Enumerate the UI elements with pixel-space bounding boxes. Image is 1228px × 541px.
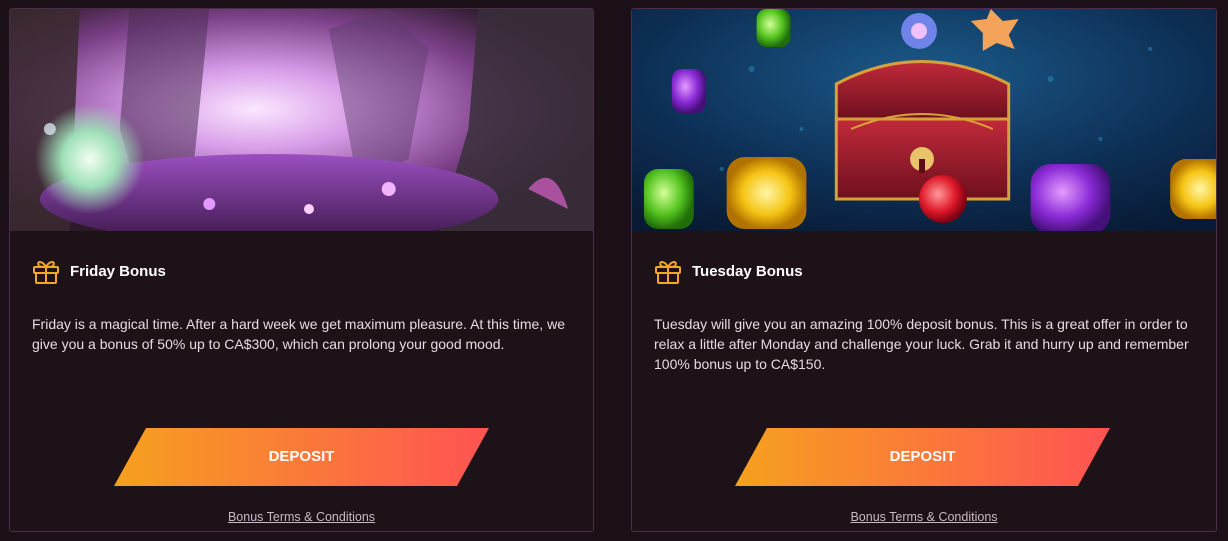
card-header: Friday Bonus [32, 258, 571, 284]
deposit-button[interactable]: DEPOSIT [114, 428, 489, 486]
card-description: Tuesday will give you an amazing 100% de… [654, 316, 1189, 372]
card-title: Friday Bonus [70, 262, 166, 280]
bonus-cards: Friday Bonus Friday is a magical time. A… [0, 0, 1228, 541]
deposit-button-label: DEPOSIT [268, 448, 335, 465]
card-description: Friday is a magical time. After a hard w… [32, 316, 565, 352]
deposit-button[interactable]: DEPOSIT [735, 428, 1110, 486]
friday-banner-image [10, 9, 593, 231]
bonus-terms-link[interactable]: Bonus Terms & Conditions [228, 510, 375, 524]
tuesday-banner-image [632, 9, 1216, 231]
card-header: Tuesday Bonus [654, 258, 1194, 284]
card-title: Tuesday Bonus [692, 262, 803, 280]
gift-icon [33, 261, 59, 284]
bonus-card-friday: Friday Bonus Friday is a magical time. A… [9, 8, 594, 532]
bonus-card-tuesday: Tuesday Bonus Tuesday will give you an a… [631, 8, 1217, 532]
gift-icon [655, 261, 681, 284]
deposit-button-label: DEPOSIT [889, 448, 956, 465]
bonus-terms-link[interactable]: Bonus Terms & Conditions [850, 510, 997, 524]
